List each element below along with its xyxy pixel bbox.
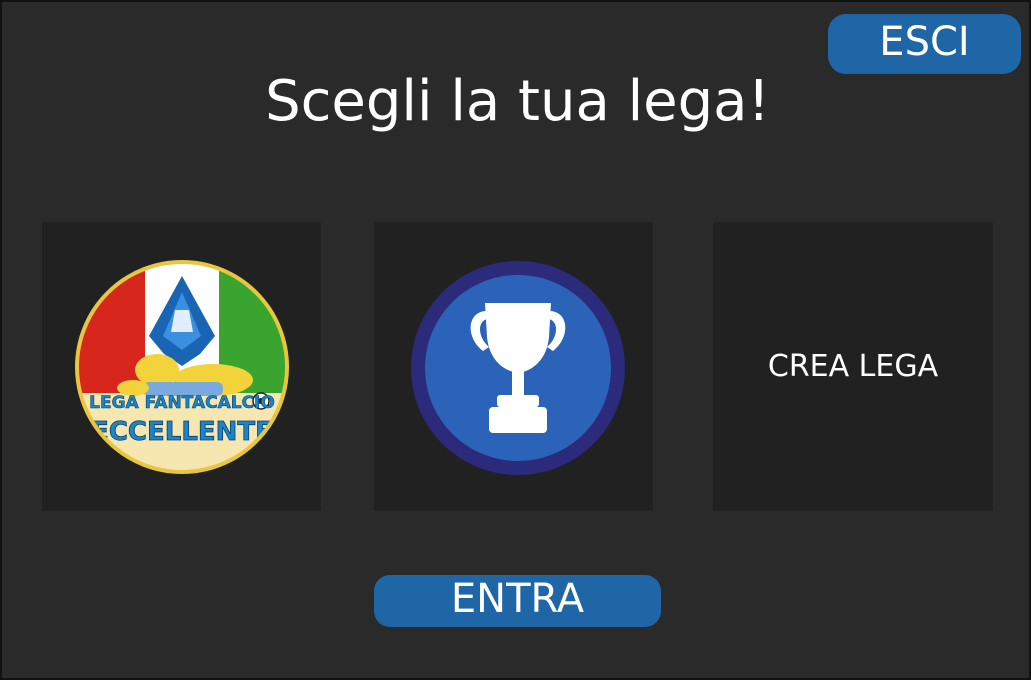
league-card-trophy[interactable] <box>374 222 653 511</box>
league-card-fantacalcio[interactable]: LEGA FANTACALCIO ECCELLENTE <box>42 222 321 511</box>
svg-text:ECCELLENTE: ECCELLENTE <box>91 417 273 447</box>
enter-button[interactable]: ENTRA <box>374 575 661 627</box>
app-window: ESCI Scegli la tua lega! LEGA FANTACALCI… <box>0 0 1031 680</box>
trophy-icon <box>411 261 625 475</box>
league-crest-icon: LEGA FANTACALCIO ECCELLENTE <box>75 260 289 474</box>
create-league-label: CREA LEGA <box>767 349 939 384</box>
svg-text:LEGA FANTACALCIO: LEGA FANTACALCIO <box>89 393 275 413</box>
create-league-card[interactable]: CREA LEGA <box>713 222 993 511</box>
page-title: Scegli la tua lega! <box>265 69 770 134</box>
